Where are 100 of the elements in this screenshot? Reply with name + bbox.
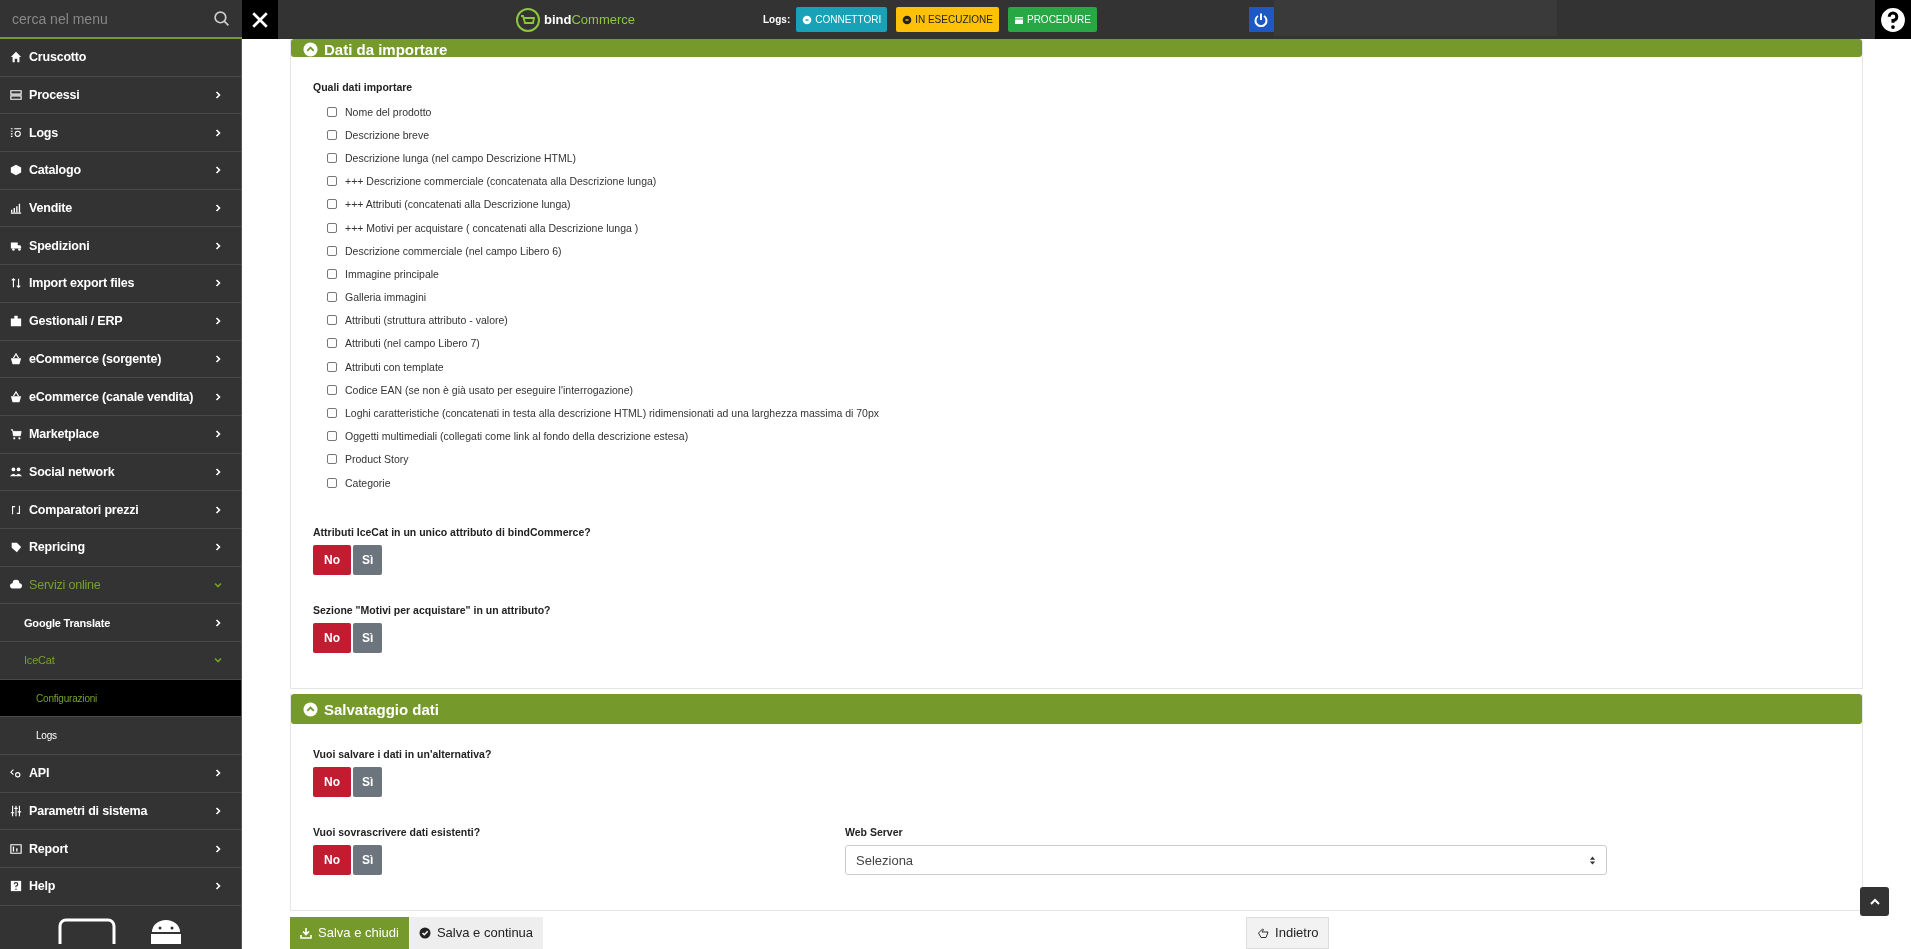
checkbox[interactable] — [327, 129, 337, 140]
help-button[interactable] — [1875, 0, 1911, 39]
menu-label: API — [29, 766, 51, 781]
menu-label: Social network — [29, 464, 116, 479]
list-icon — [10, 89, 22, 102]
tablet-icon — [57, 917, 116, 944]
circle-icon — [902, 14, 913, 25]
menu-label: Cruscotto — [29, 50, 88, 65]
sidebar-item[interactable]: Spedizioni — [0, 227, 241, 266]
checkbox[interactable] — [327, 152, 337, 163]
power-button[interactable] — [1248, 7, 1274, 32]
menu-label: Servizi online — [29, 577, 102, 592]
checkbox[interactable] — [327, 268, 337, 279]
toggle-option[interactable]: No — [313, 623, 351, 654]
checkbox-label: Product Story — [345, 453, 409, 466]
checkbox[interactable] — [327, 199, 337, 210]
checkbox[interactable] — [327, 315, 337, 326]
checkbox[interactable] — [327, 245, 337, 256]
basket-icon — [10, 390, 22, 403]
menu-label: eCommerce (canale vendita) — [29, 389, 195, 404]
toggle-option[interactable]: Sì — [353, 545, 383, 576]
sidebar-item[interactable]: Marketplace — [0, 415, 241, 454]
checkbox-label: +++ Motivi per acquistare ( concatenati alla Descrizione lunga ) — [345, 221, 639, 234]
sidebar-subitem[interactable]: IceCat — [0, 642, 241, 680]
sidebar-subitem[interactable]: Google Translate — [0, 604, 241, 642]
sidebar-subitem[interactable]: Configurazioni — [0, 679, 241, 718]
sidebar-item[interactable]: Cruscotto — [0, 39, 241, 77]
menu-label: eCommerce (sorgente) — [29, 351, 163, 366]
field-label: Vuoi sovrascrivere dati esistenti? — [313, 826, 482, 839]
toggle-option[interactable]: No — [313, 545, 351, 576]
checkbox-label: Attributi (nel campo Libero 7) — [345, 337, 480, 350]
sidebar-item[interactable]: API — [0, 755, 241, 793]
checkbox[interactable] — [327, 176, 337, 187]
checkbox[interactable] — [327, 408, 337, 419]
checkbox-label: +++ Descrizione commerciale (concatenata alla Descrizione lunga) — [345, 175, 657, 188]
menu-label: Spedizioni — [29, 238, 91, 253]
users-icon — [10, 465, 22, 478]
close-button[interactable] — [242, 0, 278, 39]
sidebar-item[interactable]: Processi — [0, 76, 241, 115]
checkbox-label: Codice EAN (se non è già usato per eseguire l'interrogazione) — [345, 383, 633, 396]
checkbox-label: Immagine principale — [345, 267, 439, 280]
sidebar-item[interactable]: Social network — [0, 453, 241, 492]
sidebar-item[interactable]: Catalogo — [0, 152, 241, 190]
house-icon — [10, 51, 22, 64]
checkbox-label: +++ Attributi (concatenati alla Descrizione lunga) — [345, 198, 571, 211]
sidebar-item[interactable]: Gestionali / ERP — [0, 302, 241, 341]
sidebar-item[interactable]: Vendite — [0, 189, 241, 228]
sidebar-item[interactable]: Help — [0, 868, 241, 906]
checkbox[interactable] — [327, 361, 337, 372]
collapse-icon — [303, 42, 318, 57]
sidebar-subitem[interactable]: Logs — [0, 717, 241, 756]
box-icon — [10, 164, 22, 177]
sidebar-item[interactable]: Repricing — [0, 528, 241, 567]
field-label: Attributi IceCat in un unico attributo di bindCommerce? — [313, 526, 592, 539]
close-icon — [251, 10, 269, 29]
power-icon — [1253, 11, 1270, 28]
toggle-option[interactable]: No — [313, 767, 351, 798]
sidebar-item[interactable]: Logs — [0, 114, 241, 153]
menu-label: Processi — [29, 88, 81, 103]
checkbox[interactable] — [327, 431, 337, 442]
checkbox[interactable] — [327, 292, 337, 303]
sidebar-item[interactable]: Comparatori prezzi — [0, 491, 241, 529]
menu-label: Vendite — [29, 201, 74, 216]
menu-label: Import export files — [29, 276, 136, 291]
toggle-option[interactable]: No — [313, 845, 351, 876]
menu-label: Catalogo — [29, 163, 82, 178]
back-button[interactable]: Indietro — [1246, 916, 1330, 949]
checkbox[interactable] — [327, 106, 337, 117]
log-button[interactable]: IN ESECUZIONE — [896, 7, 999, 32]
menu-label: IceCat — [24, 654, 56, 667]
cart-logo-icon — [516, 7, 540, 32]
select-field[interactable]: Seleziona — [845, 845, 1607, 876]
sliders-icon — [10, 805, 22, 818]
toggle-option[interactable]: Sì — [353, 623, 383, 654]
search-icon — [213, 10, 230, 27]
toggle-option[interactable]: Sì — [353, 845, 383, 876]
sidebar-item[interactable]: Servizi online — [0, 566, 241, 605]
toggle-option[interactable]: Sì — [353, 767, 383, 798]
scroll-top-button[interactable] — [1860, 887, 1889, 916]
sidebar-item[interactable]: Import export files — [0, 265, 241, 303]
checkbox[interactable] — [327, 338, 337, 349]
sidebar-item[interactable]: Parametri di sistema — [0, 792, 241, 831]
menu-label: Gestionali / ERP — [29, 314, 124, 329]
sidebar-item[interactable]: eCommerce (canale vendita) — [0, 378, 241, 416]
menu-label: Repricing — [29, 540, 86, 555]
checkbox-label: Descrizione commerciale (nel campo Libero 6) — [345, 244, 562, 257]
checkbox-label: Descrizione breve — [345, 128, 430, 141]
download-icon — [300, 926, 312, 939]
checkbox[interactable] — [327, 222, 337, 233]
sidebar-item[interactable]: Report — [0, 830, 241, 869]
basket-icon — [10, 352, 22, 365]
arrows-icon — [10, 277, 22, 290]
sidebar-item[interactable]: eCommerce (sorgente) — [0, 340, 241, 379]
checkbox[interactable] — [327, 477, 337, 488]
checkbox[interactable] — [327, 384, 337, 395]
checkbox[interactable] — [327, 454, 337, 465]
save-button[interactable]: Salva e continua — [408, 916, 544, 949]
field-label: Web Server — [845, 826, 904, 839]
check-circle-icon — [418, 926, 431, 939]
search-field[interactable]: cerca nel menu — [0, 9, 213, 28]
